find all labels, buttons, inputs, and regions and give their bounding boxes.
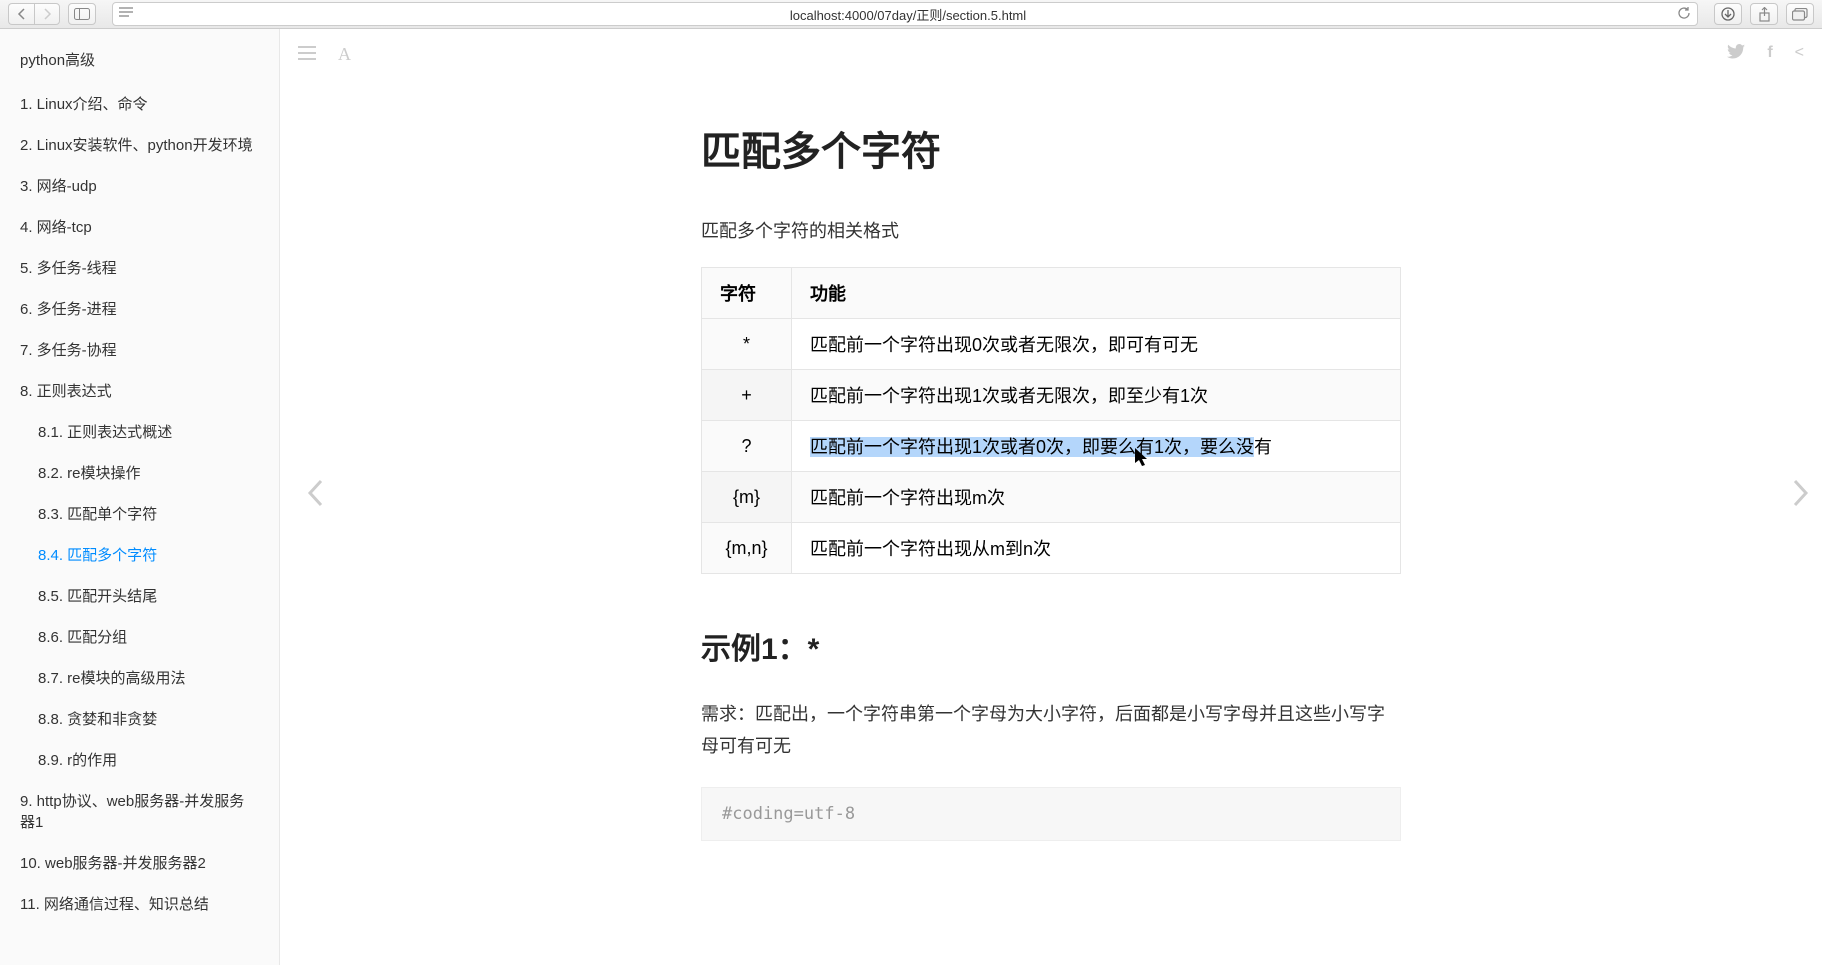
func-cell: 匹配前一个字符出现1次或者0次，即要么有1次，要么没有 bbox=[792, 421, 1401, 472]
sidebar-item[interactable]: 8.9. r的作用 bbox=[0, 740, 279, 781]
tabs-button[interactable] bbox=[1786, 3, 1814, 25]
table-row: {m}匹配前一个字符出现m次 bbox=[702, 472, 1401, 523]
sidebar-item[interactable]: 8.7. re模块的高级用法 bbox=[0, 658, 279, 699]
content-area: A f < 匹配多个字符 匹配多个字符的相关格式 bbox=[280, 29, 1822, 965]
th-func: 功能 bbox=[792, 268, 1401, 319]
sidebar-item[interactable]: 1. Linux介绍、命令 bbox=[0, 84, 279, 125]
char-cell: {m} bbox=[702, 472, 792, 523]
sidebar-item[interactable]: 6. 多任务-进程 bbox=[0, 289, 279, 330]
char-cell: + bbox=[702, 370, 792, 421]
sidebar-item[interactable]: 7. 多任务-协程 bbox=[0, 330, 279, 371]
sidebar-item[interactable]: 8. 正则表达式 bbox=[0, 371, 279, 412]
table-row: {m,n}匹配前一个字符出现从m到n次 bbox=[702, 523, 1401, 574]
example-heading: 示例1：* bbox=[701, 624, 1401, 668]
sidebar-item[interactable]: 8.3. 匹配单个字符 bbox=[0, 494, 279, 535]
back-button[interactable] bbox=[8, 3, 34, 25]
table-row: *匹配前一个字符出现0次或者无限次，即可有可无 bbox=[702, 319, 1401, 370]
func-cell: 匹配前一个字符出现从m到n次 bbox=[792, 523, 1401, 574]
reader-icon[interactable] bbox=[119, 7, 133, 22]
facebook-icon[interactable]: f bbox=[1767, 44, 1772, 64]
content-body: 匹配多个字符 匹配多个字符的相关格式 字符 功能 *匹配前一个字符出现0次或者无… bbox=[280, 79, 1822, 965]
menu-icon[interactable] bbox=[298, 44, 316, 65]
sidebar-item[interactable]: 8.2. re模块操作 bbox=[0, 453, 279, 494]
sidebar-item[interactable]: 8.4. 匹配多个字符 bbox=[0, 535, 279, 576]
page-description: 匹配多个字符的相关格式 bbox=[701, 217, 1401, 243]
browser-toolbar: localhost:4000/07day/正则/section.5.html bbox=[0, 0, 1822, 29]
font-icon[interactable]: A bbox=[338, 44, 351, 65]
share-button[interactable] bbox=[1750, 3, 1778, 25]
table-row: ?匹配前一个字符出现1次或者0次，即要么有1次，要么没有 bbox=[702, 421, 1401, 472]
next-page-button[interactable] bbox=[1792, 478, 1810, 516]
sidebar-item[interactable]: 4. 网络-tcp bbox=[0, 207, 279, 248]
sidebar-item[interactable]: 10. web服务器-并发服务器2 bbox=[0, 843, 279, 884]
sidebar-item[interactable]: 8.5. 匹配开头结尾 bbox=[0, 576, 279, 617]
table-row: +匹配前一个字符出现1次或者无限次，即至少有1次 bbox=[702, 370, 1401, 421]
app-container: python高级 1. Linux介绍、命令2. Linux安装软件、pytho… bbox=[0, 29, 1822, 965]
func-cell: 匹配前一个字符出现m次 bbox=[792, 472, 1401, 523]
book-title[interactable]: python高级 bbox=[0, 41, 279, 84]
sidebar: python高级 1. Linux介绍、命令2. Linux安装软件、pytho… bbox=[0, 29, 280, 965]
example-description: 需求：匹配出，一个字符串第一个字母为大小字符，后面都是小写字母并且这些小写字母可… bbox=[701, 698, 1401, 763]
char-cell: ? bbox=[702, 421, 792, 472]
url-bar[interactable]: localhost:4000/07day/正则/section.5.html bbox=[112, 2, 1698, 26]
sidebar-item[interactable]: 8.6. 匹配分组 bbox=[0, 617, 279, 658]
prev-page-button[interactable] bbox=[306, 478, 324, 516]
func-cell: 匹配前一个字符出现1次或者无限次，即至少有1次 bbox=[792, 370, 1401, 421]
forward-button[interactable] bbox=[34, 3, 60, 25]
code-block: #coding=utf-8 bbox=[701, 787, 1401, 841]
nav-buttons bbox=[8, 3, 60, 25]
downloads-button[interactable] bbox=[1714, 3, 1742, 25]
char-cell: * bbox=[702, 319, 792, 370]
sidebar-item[interactable]: 3. 网络-udp bbox=[0, 166, 279, 207]
page-title: 匹配多个字符 bbox=[701, 119, 1401, 177]
char-cell: {m,n} bbox=[702, 523, 792, 574]
content-header: A f < bbox=[280, 29, 1822, 79]
sidebar-item[interactable]: 5. 多任务-线程 bbox=[0, 248, 279, 289]
chrome-right-buttons bbox=[1714, 3, 1814, 25]
twitter-icon[interactable] bbox=[1727, 44, 1745, 64]
sidebar-item[interactable]: 9. http协议、web服务器-并发服务器1 bbox=[0, 781, 279, 843]
regex-table: 字符 功能 *匹配前一个字符出现0次或者无限次，即可有可无+匹配前一个字符出现1… bbox=[701, 267, 1401, 574]
sidebar-item[interactable]: 11. 网络通信过程、知识总结 bbox=[0, 884, 279, 925]
th-char: 字符 bbox=[702, 268, 792, 319]
func-cell: 匹配前一个字符出现0次或者无限次，即可有可无 bbox=[792, 319, 1401, 370]
url-text: localhost:4000/07day/正则/section.5.html bbox=[139, 5, 1677, 24]
sidebar-toggle-button[interactable] bbox=[68, 3, 96, 25]
sidebar-item[interactable]: 8.8. 贪婪和非贪婪 bbox=[0, 699, 279, 740]
reload-icon[interactable] bbox=[1677, 6, 1691, 23]
more-icon[interactable]: < bbox=[1795, 44, 1804, 64]
sidebar-item[interactable]: 2. Linux安装软件、python开发环境 bbox=[0, 125, 279, 166]
sidebar-item[interactable]: 8.1. 正则表达式概述 bbox=[0, 412, 279, 453]
